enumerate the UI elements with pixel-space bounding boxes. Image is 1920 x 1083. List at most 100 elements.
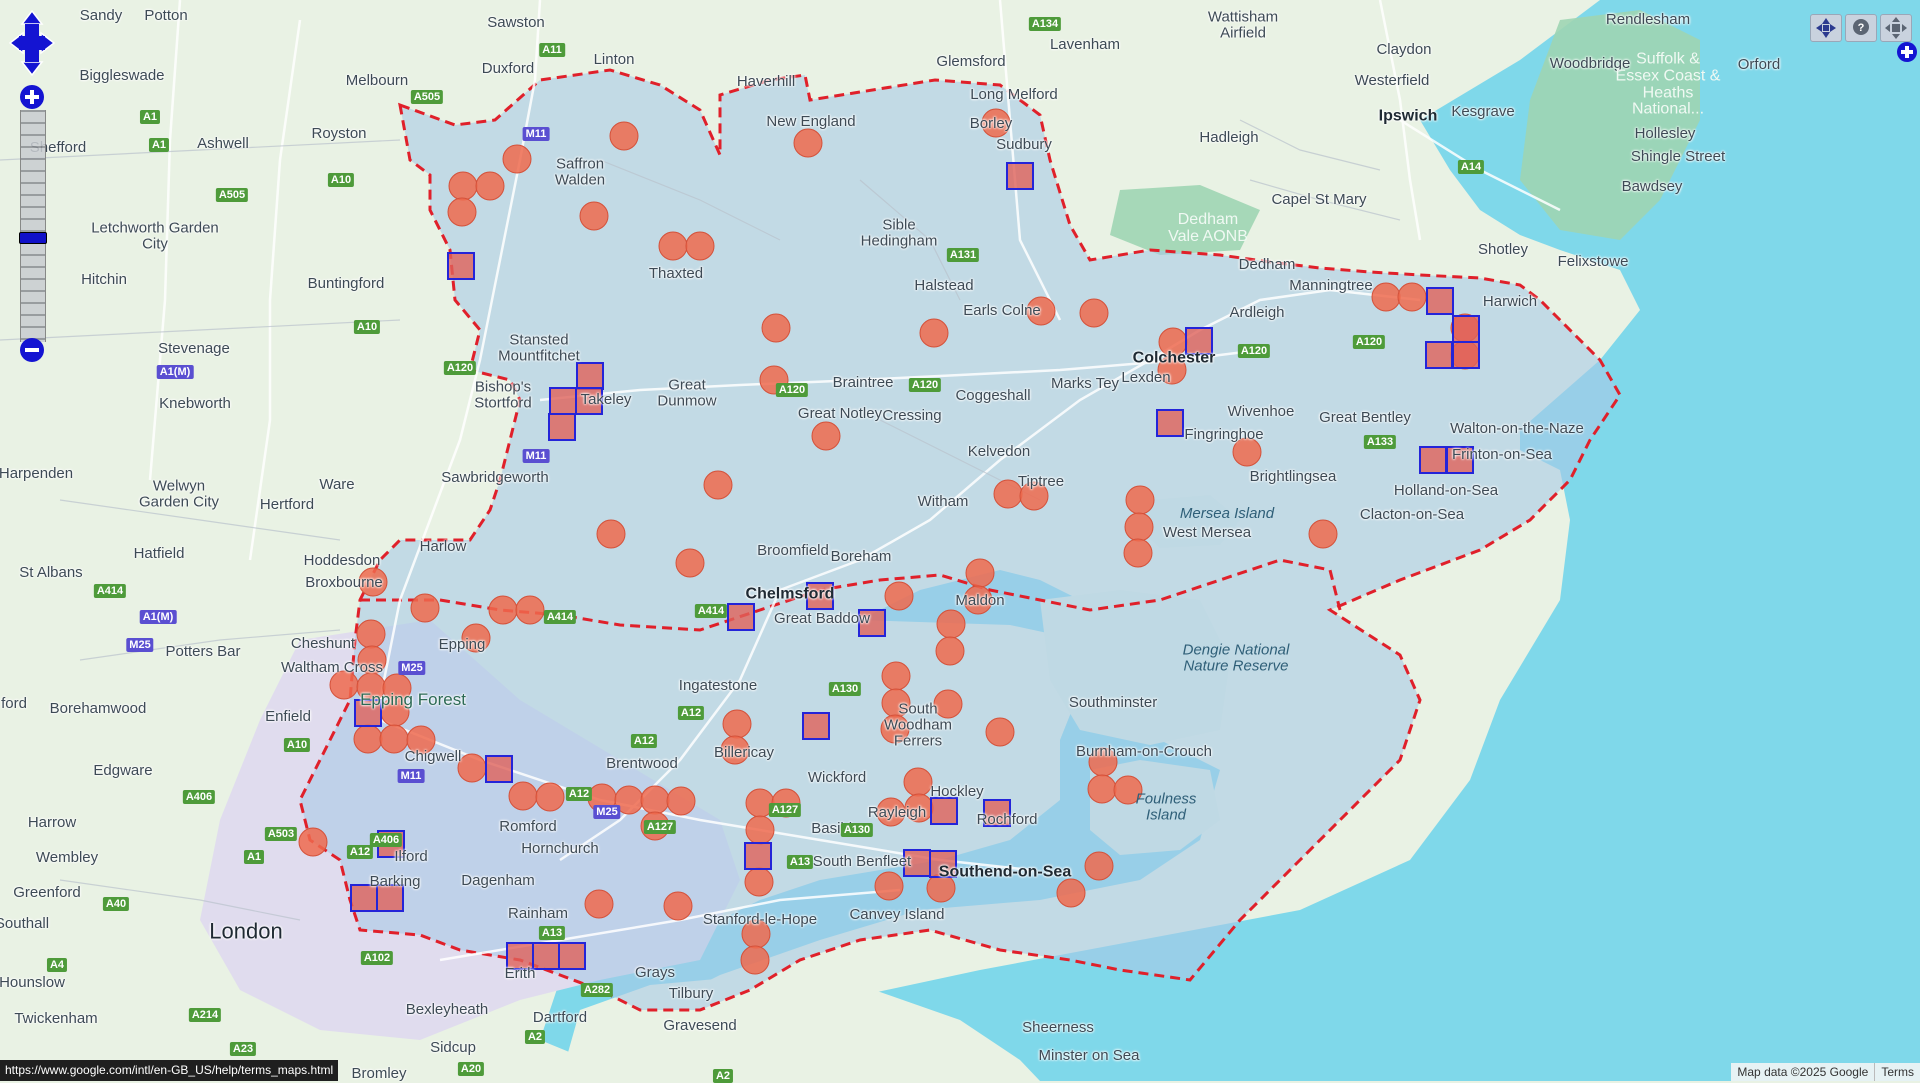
site-marker-circle[interactable] [963, 585, 993, 615]
site-marker-square[interactable] [930, 797, 958, 825]
site-marker-circle[interactable] [675, 548, 705, 578]
pan-control[interactable] [9, 10, 55, 76]
site-marker-circle[interactable] [1087, 774, 1117, 804]
site-marker-circle[interactable] [666, 786, 696, 816]
site-marker-circle[interactable] [740, 945, 770, 975]
site-marker-circle[interactable] [1113, 775, 1143, 805]
terms-link[interactable]: Terms [1874, 1063, 1920, 1081]
site-marker-circle[interactable] [1157, 355, 1187, 385]
site-marker-circle[interactable] [993, 479, 1023, 509]
site-marker-circle[interactable] [1125, 485, 1155, 515]
site-marker-circle[interactable] [1158, 327, 1188, 357]
site-marker-circle[interactable] [579, 201, 609, 231]
site-marker-square[interactable] [1446, 446, 1474, 474]
site-marker-square[interactable] [506, 942, 534, 970]
site-marker-square[interactable] [858, 609, 886, 637]
site-marker-circle[interactable] [358, 567, 388, 597]
site-marker-square[interactable] [485, 755, 513, 783]
site-marker-square[interactable] [903, 849, 931, 877]
site-marker-circle[interactable] [447, 197, 477, 227]
site-marker-square[interactable] [1425, 341, 1453, 369]
site-marker-circle[interactable] [329, 670, 359, 700]
site-marker-circle[interactable] [919, 318, 949, 348]
help-control-button[interactable]: ? [1845, 14, 1877, 42]
site-marker-circle[interactable] [876, 797, 906, 827]
pan-icon[interactable] [9, 10, 55, 76]
site-marker-circle[interactable] [379, 724, 409, 754]
site-marker-square[interactable] [1185, 327, 1213, 355]
site-marker-circle[interactable] [584, 889, 614, 919]
site-marker-circle[interactable] [936, 609, 966, 639]
site-marker-circle[interactable] [535, 782, 565, 812]
site-marker-square[interactable] [1419, 446, 1447, 474]
site-marker-circle[interactable] [1026, 296, 1056, 326]
site-marker-circle[interactable] [609, 121, 639, 151]
map-canvas[interactable] [0, 0, 1920, 1081]
site-marker-circle[interactable] [720, 735, 750, 765]
site-marker-circle[interactable] [761, 313, 791, 343]
site-marker-square[interactable] [802, 712, 830, 740]
site-marker-square[interactable] [1006, 162, 1034, 190]
site-marker-square[interactable] [1156, 409, 1184, 437]
navigation-control-button[interactable] [1810, 14, 1842, 42]
site-marker-circle[interactable] [515, 595, 545, 625]
site-marker-circle[interactable] [640, 785, 670, 815]
site-marker-circle[interactable] [1371, 282, 1401, 312]
zoom-in-icon[interactable] [19, 84, 45, 110]
site-marker-circle[interactable] [981, 108, 1011, 138]
site-marker-circle[interactable] [793, 128, 823, 158]
site-marker-square[interactable] [1426, 287, 1454, 315]
site-marker-circle[interactable] [1019, 481, 1049, 511]
site-marker-circle[interactable] [406, 725, 436, 755]
site-marker-circle[interactable] [596, 519, 626, 549]
site-marker-circle[interactable] [448, 171, 478, 201]
site-marker-circle[interactable] [1079, 298, 1109, 328]
site-marker-square[interactable] [447, 252, 475, 280]
site-marker-square[interactable] [549, 387, 577, 415]
site-marker-circle[interactable] [685, 231, 715, 261]
site-marker-circle[interactable] [880, 714, 910, 744]
site-marker-circle[interactable] [703, 470, 733, 500]
site-marker-square[interactable] [983, 799, 1011, 827]
zoom-bar[interactable] [20, 110, 46, 342]
site-marker-circle[interactable] [884, 581, 914, 611]
fullscreen-control-button[interactable] [1880, 14, 1912, 42]
site-marker-circle[interactable] [965, 558, 995, 588]
site-marker-circle[interactable] [1232, 437, 1262, 467]
site-marker-circle[interactable] [722, 709, 752, 739]
site-marker-circle[interactable] [357, 645, 387, 675]
site-marker-circle[interactable] [745, 815, 775, 845]
site-marker-circle[interactable] [1397, 282, 1427, 312]
site-marker-circle[interactable] [935, 636, 965, 666]
site-marker-circle[interactable] [461, 623, 491, 653]
site-marker-square[interactable] [806, 582, 834, 610]
site-marker-circle[interactable] [933, 689, 963, 719]
site-marker-circle[interactable] [741, 919, 771, 949]
site-marker-circle[interactable] [380, 697, 410, 727]
site-marker-circle[interactable] [904, 793, 934, 823]
site-marker-circle[interactable] [488, 595, 518, 625]
site-marker-square[interactable] [376, 884, 404, 912]
site-marker-circle[interactable] [663, 891, 693, 921]
site-marker-square[interactable] [354, 699, 382, 727]
site-marker-circle[interactable] [475, 171, 505, 201]
site-marker-square[interactable] [558, 942, 586, 970]
site-marker-circle[interactable] [1124, 512, 1154, 542]
site-marker-circle[interactable] [457, 753, 487, 783]
site-marker-circle[interactable] [811, 421, 841, 451]
site-marker-circle[interactable] [356, 672, 386, 702]
site-marker-square[interactable] [575, 387, 603, 415]
site-marker-square[interactable] [1452, 315, 1480, 343]
site-marker-square[interactable] [1452, 341, 1480, 369]
site-marker-circle[interactable] [1123, 538, 1153, 568]
site-marker-circle[interactable] [658, 231, 688, 261]
site-marker-circle[interactable] [874, 871, 904, 901]
site-marker-square[interactable] [548, 413, 576, 441]
site-marker-square[interactable] [727, 603, 755, 631]
site-marker-circle[interactable] [1056, 878, 1086, 908]
site-marker-circle[interactable] [1084, 851, 1114, 881]
site-marker-circle[interactable] [353, 724, 383, 754]
site-marker-circle[interactable] [926, 873, 956, 903]
site-marker-square[interactable] [744, 842, 772, 870]
site-marker-circle[interactable] [881, 688, 911, 718]
